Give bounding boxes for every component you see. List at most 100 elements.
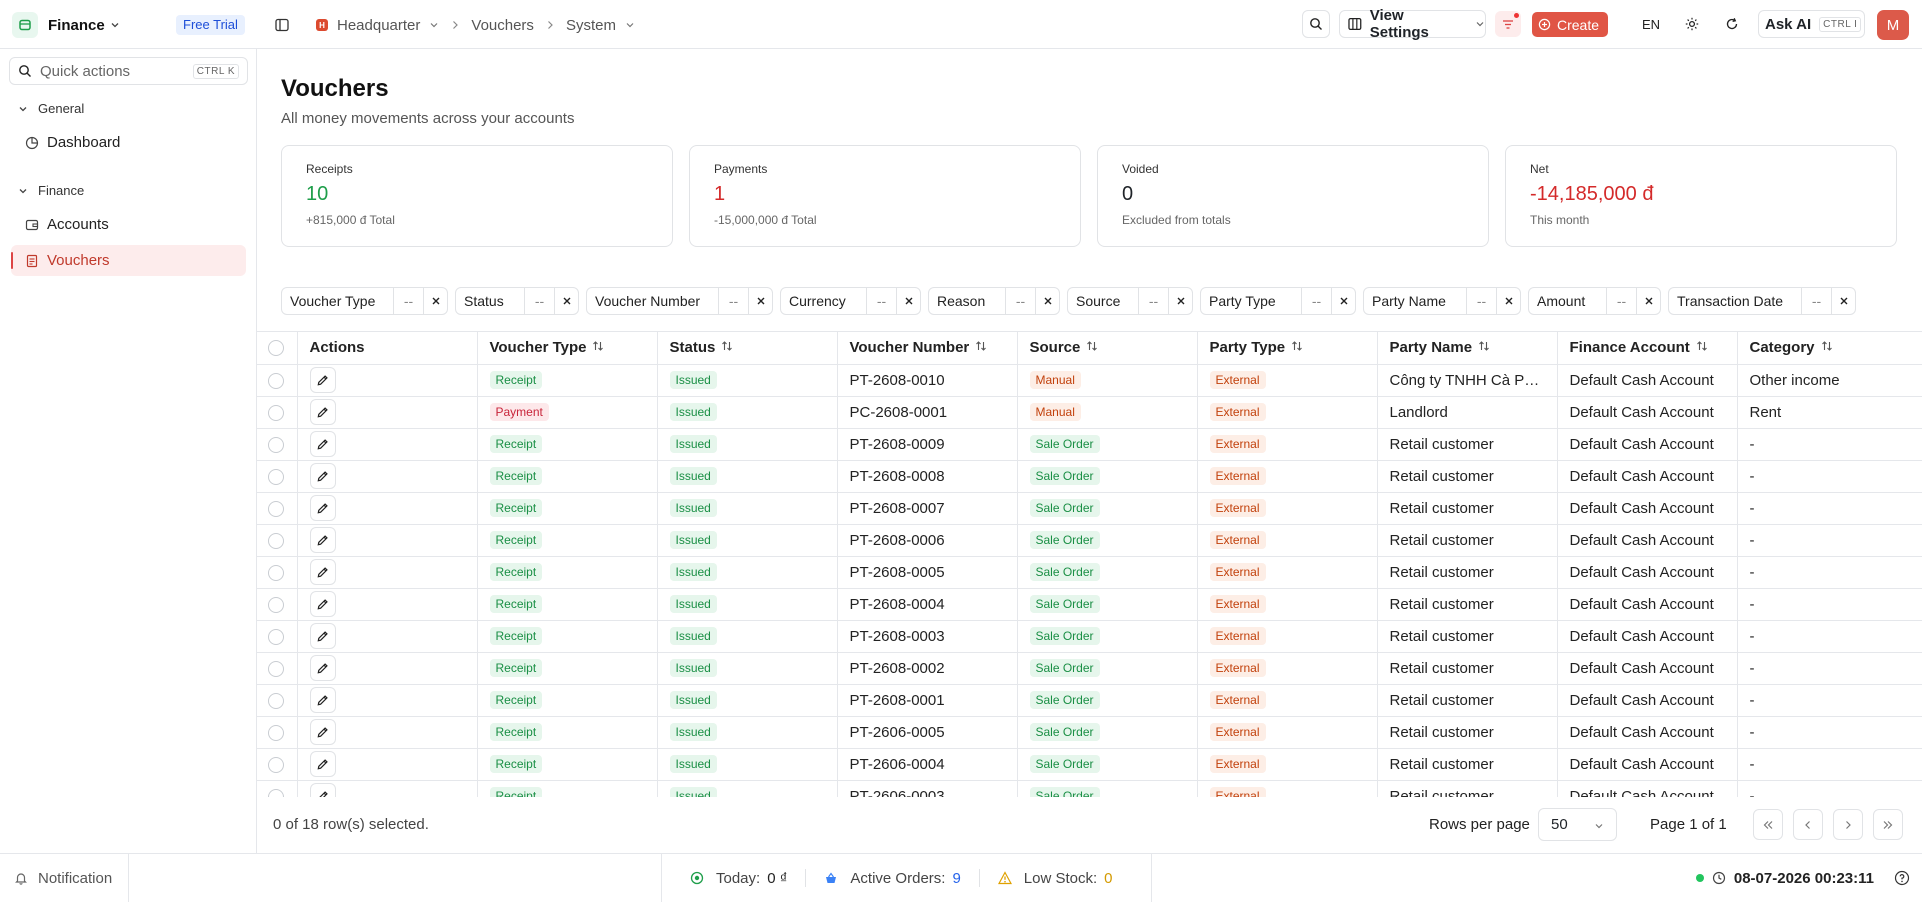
refresh-button[interactable] [1718, 10, 1746, 38]
edit-button[interactable] [309, 527, 336, 553]
column-header-voucher-type[interactable]: Voucher Type [477, 332, 658, 365]
filter-value[interactable]: -- [718, 288, 748, 314]
sidebar-group-general[interactable]: General [18, 101, 84, 116]
edit-button[interactable] [309, 719, 336, 745]
filter-chip-amount[interactable]: Amount -- [1528, 287, 1661, 315]
row-checkbox[interactable] [268, 500, 284, 517]
close-icon[interactable] [423, 288, 447, 314]
edit-button[interactable] [309, 559, 336, 585]
sort-icon[interactable] [721, 340, 733, 355]
row-checkbox[interactable] [268, 660, 284, 677]
table-row[interactable]: Receipt Issued PT-2608-0005 Sale Order Exter… [257, 556, 1922, 589]
close-icon[interactable] [1168, 288, 1192, 314]
table-row[interactable]: Receipt Issued PT-2606-0005 Sale Order Exter… [257, 716, 1922, 749]
row-checkbox[interactable] [268, 436, 284, 453]
filter-value[interactable]: -- [1801, 288, 1831, 314]
edit-button[interactable] [309, 655, 336, 681]
sort-icon[interactable] [975, 340, 987, 355]
row-checkbox[interactable] [268, 404, 284, 421]
filter-chip-voucher-number[interactable]: Voucher Number -- [586, 287, 773, 315]
sidebar-item-accounts[interactable]: Accounts [11, 209, 246, 240]
table-row[interactable]: Receipt Issued PT-2606-0003 Sale Order Exter… [257, 780, 1922, 797]
edit-button[interactable] [309, 751, 336, 777]
first-page-button[interactable] [1753, 809, 1783, 840]
table-row[interactable]: Payment Issued PC-2608-0001 Manual External L… [257, 396, 1922, 429]
column-header-category[interactable]: Category [1737, 332, 1922, 365]
filter-chip-source[interactable]: Source -- [1067, 287, 1193, 315]
close-icon[interactable] [1831, 288, 1855, 314]
table-row[interactable]: Receipt Issued PT-2608-0010 Manual External C… [257, 364, 1922, 397]
row-checkbox[interactable] [268, 596, 284, 613]
next-page-button[interactable] [1833, 809, 1863, 840]
avatar[interactable]: M [1877, 10, 1909, 40]
notification-button[interactable]: Notification [0, 854, 129, 902]
row-checkbox[interactable] [268, 788, 284, 797]
table-row[interactable]: Receipt Issued PT-2608-0002 Sale Order Exter… [257, 652, 1922, 685]
row-checkbox[interactable] [268, 692, 284, 709]
ask-ai-button[interactable]: Ask AI CTRL I [1758, 10, 1865, 38]
view-settings-button[interactable]: View Settings [1339, 7, 1486, 41]
table-row[interactable]: Receipt Issued PT-2606-0004 Sale Order Exter… [257, 748, 1922, 781]
edit-button[interactable] [309, 591, 336, 617]
sidebar-group-finance[interactable]: Finance [18, 183, 84, 198]
table-row[interactable]: Receipt Issued PT-2608-0007 Sale Order Exter… [257, 492, 1922, 525]
edit-button[interactable] [309, 463, 336, 489]
table-row[interactable]: Receipt Issued PT-2608-0008 Sale Order Exter… [257, 460, 1922, 493]
row-checkbox[interactable] [268, 628, 284, 645]
sidebar-item-dashboard[interactable]: Dashboard [11, 127, 246, 158]
previous-page-button[interactable] [1793, 809, 1823, 840]
column-header-party-type[interactable]: Party Type [1197, 332, 1378, 365]
rows-per-page-select[interactable]: 50 [1538, 808, 1617, 841]
edit-button[interactable] [309, 783, 336, 797]
select-all-checkbox[interactable] [268, 340, 284, 357]
sort-icon[interactable] [592, 340, 604, 355]
column-header-finance-account[interactable]: Finance Account [1557, 332, 1738, 365]
create-button[interactable]: Create [1532, 12, 1608, 37]
language-switch[interactable]: EN [1642, 17, 1660, 32]
close-icon[interactable] [1496, 288, 1520, 314]
filter-value[interactable]: -- [393, 288, 423, 314]
filter-chip-transaction-date[interactable]: Transaction Date -- [1668, 287, 1856, 315]
row-checkbox[interactable] [268, 468, 284, 485]
table-row[interactable]: Receipt Issued PT-2608-0004 Sale Order Exter… [257, 588, 1922, 621]
filter-value[interactable]: -- [866, 288, 896, 314]
filter-chip-currency[interactable]: Currency -- [780, 287, 921, 315]
sort-icon[interactable] [1696, 340, 1708, 355]
filter-value[interactable]: -- [1606, 288, 1636, 314]
filter-value[interactable]: -- [524, 288, 554, 314]
last-page-button[interactable] [1873, 809, 1903, 840]
close-icon[interactable] [1331, 288, 1355, 314]
row-checkbox[interactable] [268, 372, 284, 389]
close-icon[interactable] [1636, 288, 1660, 314]
filter-value[interactable]: -- [1005, 288, 1035, 314]
column-header-status[interactable]: Status [657, 332, 838, 365]
column-header-voucher-number[interactable]: Voucher Number [837, 332, 1018, 365]
filter-value[interactable]: -- [1466, 288, 1496, 314]
help-icon[interactable] [1894, 870, 1910, 886]
row-checkbox[interactable] [268, 564, 284, 581]
table-row[interactable]: Receipt Issued PT-2608-0006 Sale Order Exter… [257, 524, 1922, 557]
filter-chip-party-type[interactable]: Party Type -- [1200, 287, 1356, 315]
edit-button[interactable] [309, 495, 336, 521]
edit-button[interactable] [309, 431, 336, 457]
row-checkbox[interactable] [268, 756, 284, 773]
edit-button[interactable] [309, 399, 336, 425]
close-icon[interactable] [896, 288, 920, 314]
close-icon[interactable] [1035, 288, 1059, 314]
sort-icon[interactable] [1478, 340, 1490, 355]
quick-actions-search[interactable]: Quick actions CTRL K [9, 57, 248, 85]
sort-icon[interactable] [1086, 340, 1098, 355]
filter-chip-reason[interactable]: Reason -- [928, 287, 1060, 315]
edit-button[interactable] [309, 367, 336, 393]
close-icon[interactable] [554, 288, 578, 314]
edit-button[interactable] [309, 687, 336, 713]
filter-value[interactable]: -- [1138, 288, 1168, 314]
row-checkbox[interactable] [268, 724, 284, 741]
sort-icon[interactable] [1291, 340, 1303, 355]
filter-toggle-button[interactable] [1495, 11, 1521, 37]
search-button[interactable] [1302, 10, 1330, 38]
theme-toggle-button[interactable] [1678, 10, 1706, 38]
table-row[interactable]: Receipt Issued PT-2608-0009 Sale Order Exter… [257, 428, 1922, 461]
filter-chip-status[interactable]: Status -- [455, 287, 579, 315]
close-icon[interactable] [748, 288, 772, 314]
